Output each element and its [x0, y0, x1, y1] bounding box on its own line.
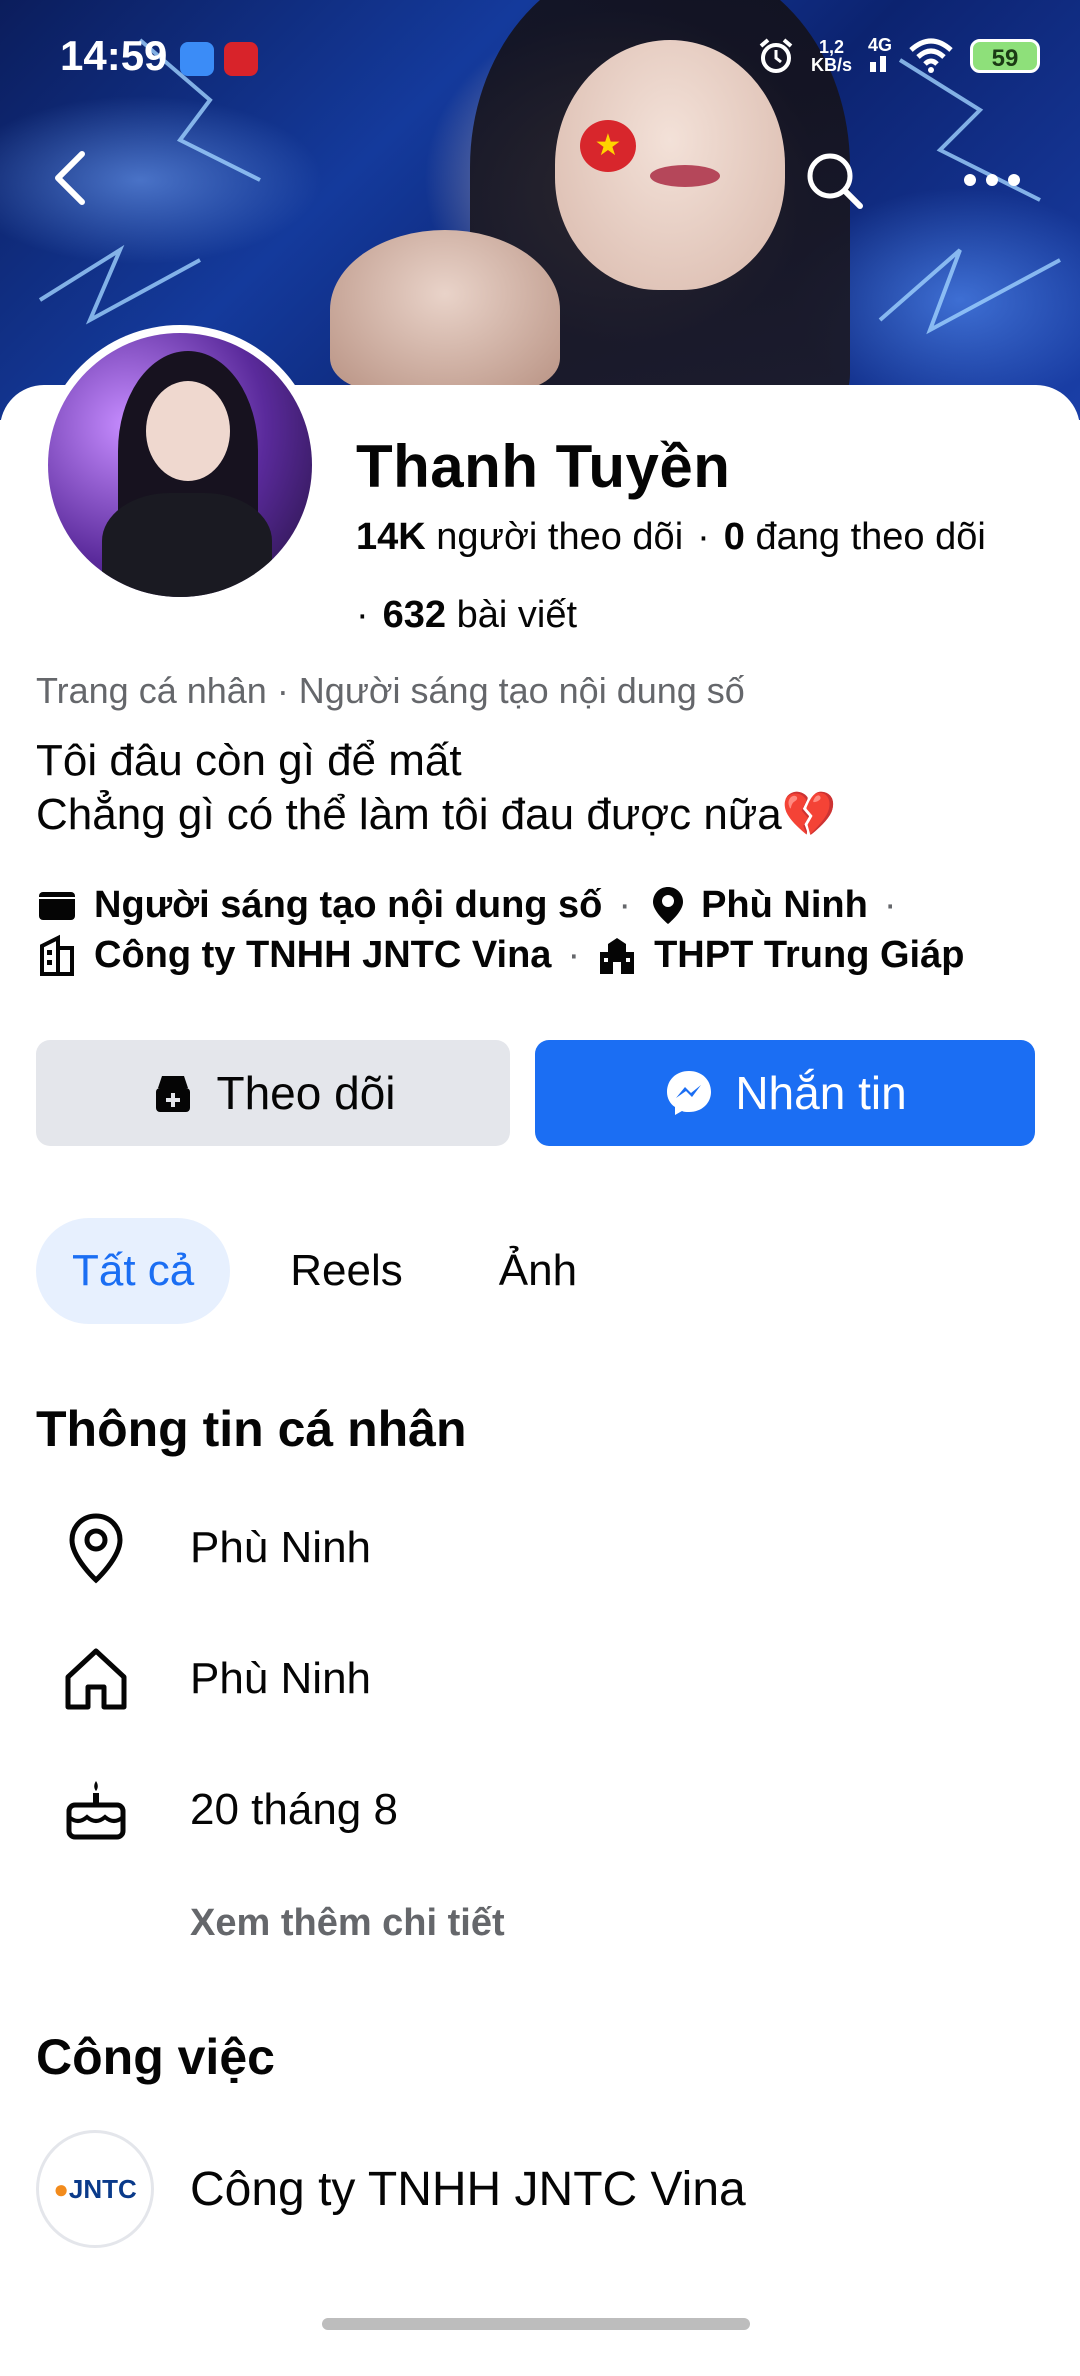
cover-subject-lips: [650, 165, 720, 187]
profile-category: Trang cá nhân · Người sáng tạo nội dung …: [36, 670, 745, 711]
company-logo: ● JNTC: [36, 2130, 154, 2248]
current-city-text: Phù Ninh: [190, 1523, 372, 1572]
location-pin-icon: [653, 887, 684, 924]
cover-subject-hand: [330, 230, 560, 390]
notification-app-icon: [224, 42, 258, 76]
network-speed-value: 1,2: [818, 36, 844, 57]
video-clapper-icon: [39, 892, 75, 920]
hometown-row: Phù Ninh: [36, 1634, 371, 1724]
personal-info-title: Thông tin cá nhân: [36, 1401, 467, 1457]
tab-reels[interactable]: Reels: [254, 1218, 439, 1324]
message-button-label: Nhắn tin: [735, 1067, 907, 1119]
profile-tabs: Tất cả Reels Ảnh: [36, 1218, 613, 1324]
signal-icon: 4G: [868, 36, 892, 75]
broken-heart-emoji: 💔: [781, 790, 837, 839]
profile-name: Thanh Tuyền: [356, 433, 731, 500]
messenger-icon: [667, 1071, 712, 1115]
logo-text: JNTC: [68, 2173, 137, 2204]
school-label[interactable]: THPT Trung Giáp: [654, 930, 964, 980]
work-label[interactable]: Công ty TNHH JNTC Vina: [94, 930, 551, 980]
posts-stat: · 632 bài viết: [356, 594, 577, 637]
profile-details: Người sáng tạo nội dung số · Phù Ninh · …: [36, 880, 1056, 980]
current-city-row: Phù Ninh: [36, 1503, 371, 1593]
logo-mark: ●: [53, 2173, 69, 2204]
message-button[interactable]: Nhắn tin: [535, 1040, 1035, 1146]
birthday-row: 20 tháng 8: [36, 1765, 398, 1855]
wifi-icon: [909, 38, 953, 73]
flag-heart-sticker: ★: [580, 120, 636, 172]
status-icons: 1,2 KB/s 4G 59: [757, 36, 1040, 75]
detail-row: Công ty TNHH JNTC Vina · THPT Trung Giáp: [36, 930, 1056, 980]
tab-photos[interactable]: Ảnh: [463, 1218, 613, 1324]
more-options-icon[interactable]: [962, 160, 1022, 200]
see-more-details-link[interactable]: Xem thêm chi tiết: [190, 1902, 505, 1945]
school-icon: [600, 938, 635, 974]
follow-button-label: Theo dõi: [216, 1067, 396, 1119]
back-arrow-icon[interactable]: [48, 148, 92, 208]
company-name: Công ty TNHH JNTC Vina: [190, 2162, 746, 2216]
profile-bio: Tôi đâu còn gì để mất Chẳng gì có thể là…: [36, 734, 837, 842]
network-type: 4G: [867, 35, 892, 55]
follow-button[interactable]: Theo dõi: [36, 1040, 510, 1146]
home-indicator[interactable]: [322, 2318, 750, 2330]
separator-dot: ·: [883, 884, 897, 926]
network-speed: 1,2 KB/s: [811, 38, 852, 74]
following-count: 0: [723, 516, 745, 558]
followers-count: 14K: [356, 516, 426, 558]
status-bar: 14:59 1,2 KB/s 4G 59: [0, 0, 1080, 120]
home-icon: [56, 1639, 136, 1719]
alarm-icon: [759, 37, 793, 73]
battery-indicator: 59: [970, 38, 1040, 73]
posts-count: 632: [382, 594, 447, 636]
work-item[interactable]: ● JNTC Công ty TNHH JNTC Vina: [36, 2130, 746, 2248]
location-pin-icon: [56, 1508, 136, 1588]
separator-dot: ·: [618, 884, 632, 926]
separator-dot: ·: [697, 516, 710, 558]
avatar-image: [48, 333, 312, 597]
followers-stat[interactable]: 14K người theo dõi: [356, 516, 683, 558]
status-time: 14:59: [60, 32, 168, 79]
birthday-text: 20 tháng 8: [190, 1785, 398, 1834]
following-label: đang theo dõi: [755, 516, 986, 558]
creator-label: Người sáng tạo nội dung số: [94, 884, 603, 926]
separator-dot: ·: [567, 934, 581, 976]
birthday-cake-icon: [56, 1770, 136, 1850]
bio-line-text: Chẳng gì có thể làm tôi đau được nữa: [36, 790, 782, 839]
bio-line: Chẳng gì có thể làm tôi đau được nữa💔: [36, 788, 837, 842]
tab-all[interactable]: Tất cả: [36, 1218, 231, 1324]
profile-avatar[interactable]: [40, 325, 320, 605]
hometown-text: Phù Ninh: [190, 1654, 372, 1703]
bio-line: Tôi đâu còn gì để mất: [36, 736, 462, 785]
network-speed-unit: KB/s: [810, 54, 852, 75]
follow-icon: [156, 1076, 191, 1112]
detail-row: Người sáng tạo nội dung số · Phù Ninh ·: [36, 880, 1056, 930]
search-icon[interactable]: [802, 148, 866, 212]
followers-label: người theo dõi: [436, 516, 684, 558]
separator-dot: ·: [356, 594, 369, 636]
work-section-title: Công việc: [36, 2029, 275, 2085]
company-building-icon: [40, 934, 74, 976]
notification-app-icon: [180, 42, 214, 76]
location-label[interactable]: Phù Ninh: [701, 880, 868, 930]
profile-stats: 14K người theo dõi · 0 đang theo dõi: [356, 516, 986, 559]
following-stat[interactable]: 0 đang theo dõi: [724, 516, 986, 558]
posts-label: bài viết: [456, 594, 578, 636]
